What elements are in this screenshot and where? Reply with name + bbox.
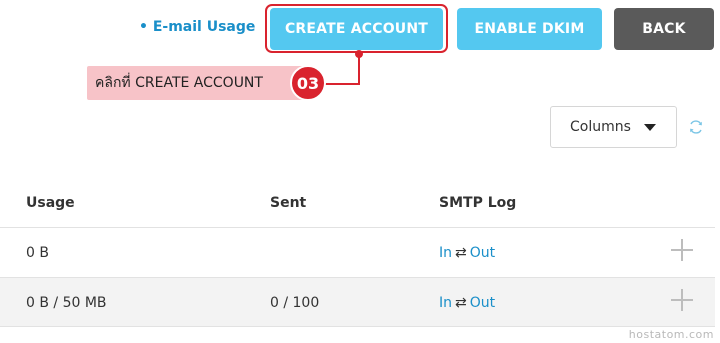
callout-anchor-dot xyxy=(355,50,363,58)
refresh-icon[interactable] xyxy=(688,119,704,135)
column-header-sent[interactable]: Sent xyxy=(270,195,306,211)
cell-smtp-log: In ⇄ Out xyxy=(439,245,495,261)
cell-usage: 0 B / 50 MB xyxy=(26,295,107,311)
expand-plus-icon[interactable] xyxy=(671,239,693,261)
cell-sent: 0 / 100 xyxy=(270,295,320,311)
table-divider xyxy=(0,326,715,327)
expand-plus-icon[interactable] xyxy=(671,289,693,311)
caret-down-icon xyxy=(644,124,656,131)
email-usage-link[interactable]: • E-mail Usage xyxy=(139,19,255,35)
watermark: hostatom.com xyxy=(628,328,714,341)
callout-instruction: คลิกที่ CREATE ACCOUNT xyxy=(87,66,311,100)
cell-smtp-log: In ⇄ Out xyxy=(439,295,495,311)
back-button[interactable]: BACK xyxy=(614,8,714,50)
columns-dropdown[interactable]: Columns xyxy=(550,106,677,148)
swap-icon: ⇄ xyxy=(455,245,467,261)
column-header-smtp-log[interactable]: SMTP Log xyxy=(439,195,516,211)
log-out-link[interactable]: Out xyxy=(470,295,495,311)
enable-dkim-button[interactable]: ENABLE DKIM xyxy=(457,8,602,50)
swap-icon: ⇄ xyxy=(455,295,467,311)
log-out-link[interactable]: Out xyxy=(470,245,495,261)
cell-usage: 0 B xyxy=(26,245,49,261)
create-account-button[interactable]: CREATE ACCOUNT xyxy=(270,8,443,50)
table-divider xyxy=(0,227,715,228)
callout-step-badge: 03 xyxy=(290,65,326,101)
column-header-usage[interactable]: Usage xyxy=(26,195,75,211)
log-in-link[interactable]: In xyxy=(439,245,452,261)
callout-connector-horizontal xyxy=(320,83,360,85)
log-in-link[interactable]: In xyxy=(439,295,452,311)
columns-label: Columns xyxy=(570,119,631,135)
table-row-background xyxy=(0,278,715,326)
